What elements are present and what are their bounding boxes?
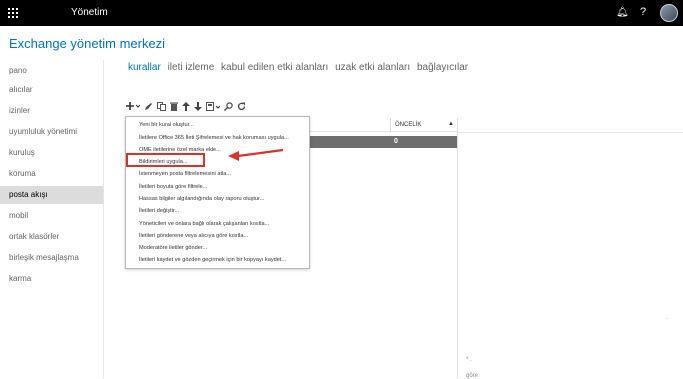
details-pane-separator [457,118,458,378]
top-bar: Yönetim 🔔︎ ? [0,0,683,26]
tab-kurallar[interactable]: kurallar [128,62,161,73]
red-arrow-icon [228,148,284,161]
app-title: Yönetim [71,7,108,18]
move-up-icon[interactable] [182,101,190,113]
delete-icon[interactable] [170,102,178,113]
menu-item-incident-report[interactable]: Hassas bilgiler algılandığında olay rapo… [139,196,264,202]
export-icon[interactable] [206,101,221,113]
nav-item-kurulus[interactable]: kuruluş [0,144,103,162]
tab-uzak-etki-alanlari[interactable]: uzak etki alanları [335,62,410,73]
column-header-priority[interactable]: ÖNCELİK [395,122,421,128]
app-launcher-icon[interactable] [8,8,18,18]
menu-item-bypass-spam-filtering[interactable]: İstenmeyen posta filtrelemesini atla... [139,171,231,177]
menu-item-restrict-managers[interactable]: Yöneticileri ve onlara bağlı olarak çalı… [139,221,269,227]
new-rule-dropdown-menu: Yeni bir kural oluştur... İletilere Offi… [125,116,310,269]
tab-kabul-edilen-etki-alanlari[interactable]: kabul edilen etki alanları [221,62,328,73]
nav-item-karma[interactable]: karma [0,270,103,288]
help-icon[interactable]: ? [640,6,646,18]
menu-item-send-to-moderator[interactable]: Moderatöre iletiler gönder... [139,245,207,251]
menu-item-apply-ome[interactable]: İletilere Office 365 İleti Şifrelemesi v… [139,135,289,141]
details-pane-text-2: göre [466,373,479,379]
details-pane-divider [458,132,683,133]
tab-bar: kurallar ileti izleme kabul edilen etki … [128,62,472,73]
row-priority-value: 0 [394,138,398,145]
details-pane-dot: . [666,315,668,321]
menu-item-modify-messages[interactable]: İletileri değiştir... [139,208,179,214]
nav-item-birlesik-mesajlasma[interactable]: birleşik mesajlaşma [0,249,103,267]
menu-item-create-new-rule[interactable]: Yeni bir kural oluştur... [139,122,194,128]
copy-icon[interactable] [157,101,166,113]
nav-item-pano[interactable]: pano [0,62,103,80]
toolbar [126,101,246,113]
details-pane-text: * . [466,357,472,363]
nav-item-ortak-klasorler[interactable]: ortak klasörler [0,228,103,246]
nav-item-izinler[interactable]: izinler [0,102,103,120]
tab-baglayicilar[interactable]: bağlayıcılar [417,62,468,73]
refresh-icon[interactable] [237,102,246,113]
sort-ascending-icon[interactable]: ▲ [448,121,454,127]
nav-item-koruma[interactable]: koruma [0,165,103,183]
search-icon[interactable] [224,101,233,113]
avatar[interactable] [660,4,678,22]
nav-divider [103,60,104,378]
add-icon[interactable] [126,101,141,113]
menu-item-restrict-sender-recipient[interactable]: İletileri gönderene veya alıcıya göre kı… [139,233,248,239]
edit-icon[interactable] [144,102,153,113]
nav-item-posta-akisi[interactable]: posta akışı [0,186,103,204]
highlight-box [126,153,205,167]
nav-item-alicilar[interactable]: alıcılar [0,81,103,99]
menu-item-filter-by-size[interactable]: İletileri boyuta göre filtrele... [139,184,207,190]
tab-ileti-izleme[interactable]: ileti izleme [168,62,215,73]
notifications-icon[interactable]: 🔔︎ [616,7,629,18]
menu-item-bcc-for-review[interactable]: İletileri kaydet ve gözden geçirmek için… [139,257,286,263]
column-separator [390,118,391,132]
nav-item-mobil[interactable]: mobil [0,207,103,225]
table-row-selected[interactable] [309,136,457,148]
nav-item-uyumluluk[interactable]: uyumluluk yönetimi [0,123,103,141]
move-down-icon[interactable] [194,101,202,113]
page-title: Exchange yönetim merkezi [9,36,166,51]
